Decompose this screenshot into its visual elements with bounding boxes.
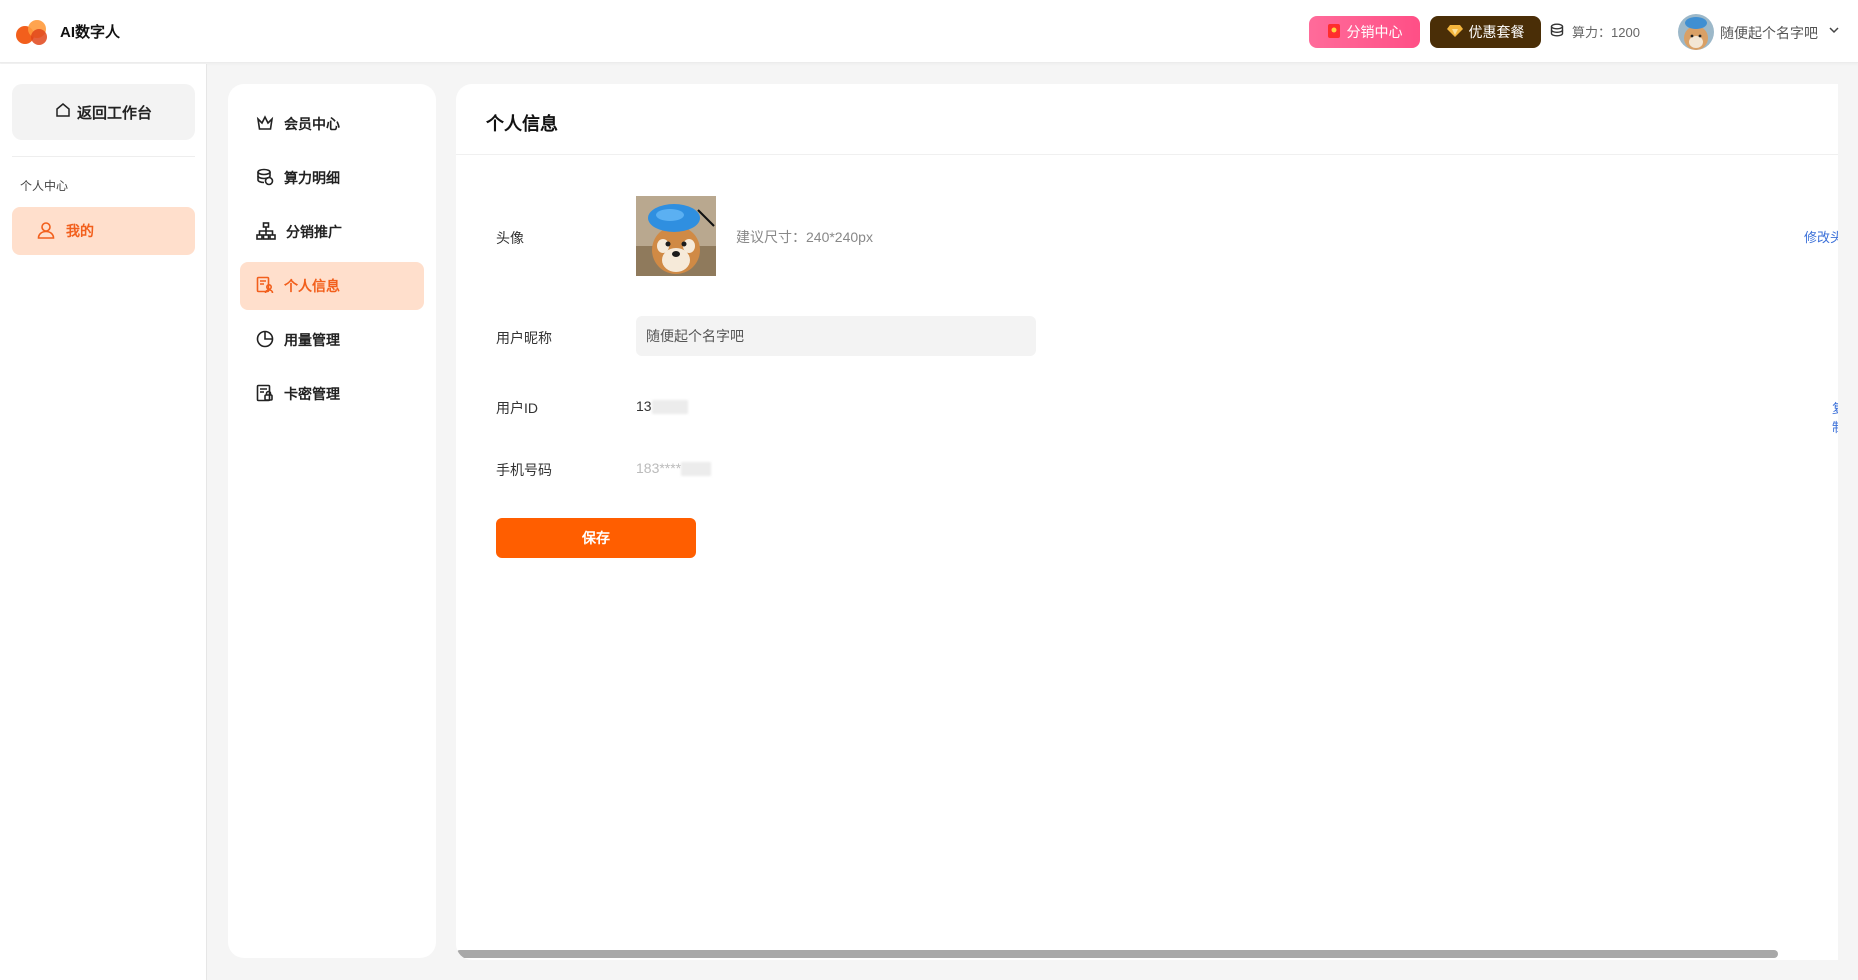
nickname-label: 用户昵称 <box>496 330 552 346</box>
menu-item-card-key[interactable]: 卡密管理 <box>240 370 424 418</box>
profile-menu: 会员中心 算力明细 分销推广 个人信息 用量管理 卡密管理 <box>228 84 436 958</box>
distribution-center-button[interactable]: 分销中心 <box>1309 16 1420 48</box>
user-name[interactable]: 随便起个名字吧 <box>1720 23 1818 43</box>
save-button[interactable]: 保存 <box>496 518 696 558</box>
user-icon <box>36 220 56 243</box>
avatar-label: 头像 <box>496 230 524 246</box>
sidebar-divider <box>12 156 195 157</box>
sidebar-item-label: 我的 <box>66 223 94 239</box>
back-to-workbench-label: 返回工作台 <box>76 104 152 122</box>
menu-item-label: 用量管理 <box>284 332 340 348</box>
menu-item-usage[interactable]: 用量管理 <box>240 316 424 364</box>
menu-item-label: 算力明细 <box>284 170 340 186</box>
compute-power-text: 算力：1200 <box>1572 25 1640 40</box>
diamond-icon <box>1446 24 1463 41</box>
coins-icon <box>256 168 274 189</box>
menu-item-personal-info[interactable]: 个人信息 <box>240 262 424 310</box>
profile-doc-icon <box>256 276 274 297</box>
modify-avatar-link[interactable]: 修改头像 <box>1804 227 1838 246</box>
coin-stack-icon <box>1550 23 1564 40</box>
left-sidebar: 返回工作台 个人中心 我的 <box>0 64 207 980</box>
top-bar: AI数字人 分销中心 优惠套餐 算力：1200 随便起个名字吧 <box>0 0 1858 63</box>
compute-power: 算力：1200 <box>1550 22 1640 41</box>
crown-icon <box>256 114 274 135</box>
phone-value: 183**** <box>636 460 712 477</box>
panel-divider <box>456 154 1838 155</box>
horizontal-scrollbar[interactable] <box>456 950 1778 958</box>
menu-item-label: 会员中心 <box>284 116 340 132</box>
org-tree-icon <box>256 221 276 243</box>
logo-icon <box>16 20 47 45</box>
personal-info-panel: 个人信息 头像 建议尺寸：240*240px 修改头像 用户昵称 用户ID 13… <box>456 84 1838 960</box>
back-to-workbench-button[interactable]: 返回工作台 <box>12 84 195 140</box>
discount-package-button[interactable]: 优惠套餐 <box>1430 16 1541 48</box>
home-icon <box>55 102 71 122</box>
profile-avatar-image[interactable] <box>636 196 716 276</box>
menu-item-label: 个人信息 <box>284 278 340 294</box>
avatar-size-hint: 建议尺寸：240*240px <box>736 229 873 245</box>
discount-package-label: 优惠套餐 <box>1468 24 1525 40</box>
menu-item-membership[interactable]: 会员中心 <box>240 100 424 148</box>
copy-userid-link[interactable]: 复制 <box>1832 398 1838 436</box>
sidebar-item-mine[interactable]: 我的 <box>12 207 195 255</box>
redaction-mask <box>681 462 712 477</box>
userid-value: 13 <box>636 398 688 415</box>
menu-item-distribution[interactable]: 分销推广 <box>240 208 424 256</box>
chevron-down-icon[interactable] <box>1828 22 1840 41</box>
card-key-icon <box>256 384 274 405</box>
menu-item-label: 分销推广 <box>286 224 342 240</box>
userid-label: 用户ID <box>496 400 538 416</box>
sidebar-section-title: 个人中心 <box>20 179 69 193</box>
redaction-mask <box>651 400 688 415</box>
menu-item-power-details[interactable]: 算力明细 <box>240 154 424 202</box>
phone-label: 手机号码 <box>496 462 552 478</box>
user-avatar[interactable] <box>1678 14 1714 50</box>
brand-name: AI数字人 <box>60 24 121 41</box>
pie-chart-icon <box>256 330 274 351</box>
page-title: 个人信息 <box>486 114 558 134</box>
nickname-input[interactable] <box>636 316 1036 356</box>
distribution-center-label: 分销中心 <box>1346 24 1403 40</box>
red-envelope-icon <box>1327 23 1341 42</box>
menu-item-label: 卡密管理 <box>284 386 340 402</box>
